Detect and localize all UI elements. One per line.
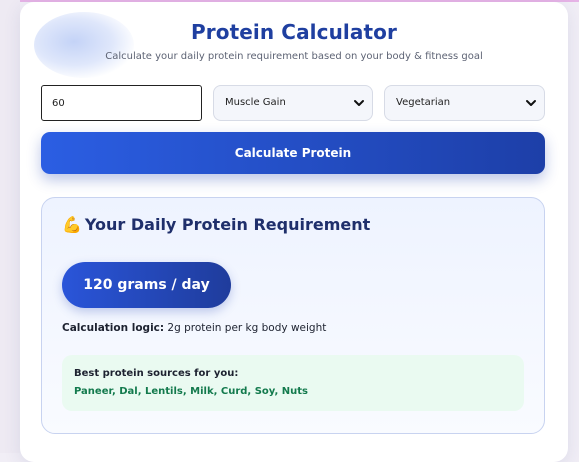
diet-select-value: Vegetarian [396, 97, 451, 108]
protein-amount-badge: 120 grams / day [62, 262, 231, 308]
chevron-down-icon [526, 100, 536, 106]
result-heading-text: Your Daily Protein Requirement [84, 215, 371, 234]
page-title: Protein Calculator [191, 20, 397, 44]
protein-sources-title: Best protein sources for you: [74, 368, 239, 379]
calculation-logic-text: 2g protein per kg body weight [164, 322, 327, 334]
calculate-protein-button[interactable]: Calculate Protein [41, 132, 545, 174]
calculation-logic-label: Calculation logic: [62, 322, 165, 334]
protein-sources-list: Paneer, Dal, Lentils, Milk, Curd, Soy, N… [74, 386, 309, 397]
chevron-down-icon [354, 100, 364, 106]
calculation-logic: Calculation logic: 2g protein per kg bod… [62, 322, 326, 334]
page-subtitle: Calculate your daily protein requirement… [105, 51, 483, 62]
goal-select[interactable]: Muscle Gain [213, 85, 373, 121]
protein-sources-box [62, 355, 524, 411]
result-heading: 💪 Your Daily Protein Requirement [62, 215, 370, 234]
page-background-strip [0, 0, 20, 453]
goal-select-value: Muscle Gain [225, 97, 286, 108]
flexed-biceps-icon: 💪 [62, 215, 82, 234]
diet-select[interactable]: Vegetarian [384, 85, 545, 121]
weight-input[interactable] [41, 85, 202, 121]
